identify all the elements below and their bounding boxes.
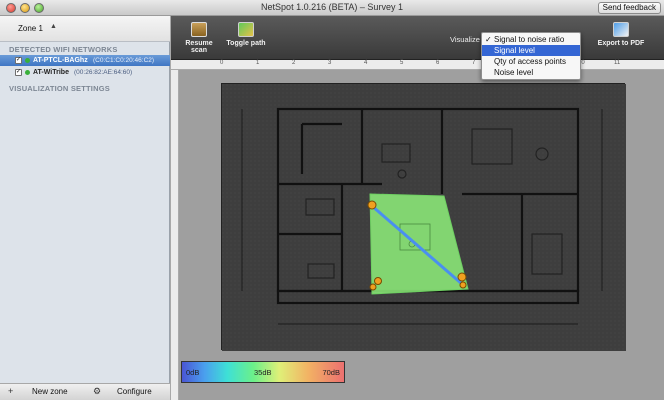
menu-item-label: Signal level: [494, 46, 535, 55]
checkmark-icon: ✓: [485, 35, 492, 44]
network-ssid: AT-WiTribe: [33, 69, 69, 76]
visualization-settings-heading: VISUALIZATION SETTINGS: [9, 84, 110, 93]
zone-selector-arrows-icon[interactable]: ▲: [50, 23, 57, 30]
toggle-path-icon: [238, 22, 254, 37]
send-feedback-button[interactable]: Send feedback: [597, 2, 661, 14]
menu-item-label: Qty of access points: [494, 57, 567, 66]
network-mac: (00:26:82:AE:64:60): [74, 69, 133, 76]
menu-item-label: Signal to noise ratio: [494, 35, 565, 44]
legend-mid-label: 35dB: [254, 368, 272, 377]
menu-item-noise-level[interactable]: Noise level: [482, 67, 580, 78]
export-pdf-icon: [613, 22, 629, 37]
ruler-tick: 2: [292, 60, 296, 66]
gear-icon[interactable]: ⚙: [93, 386, 101, 397]
toggle-path-label: Toggle path: [226, 40, 266, 47]
window-title: NetSpot 1.0.216 (BETA) – Survey 1: [261, 2, 403, 12]
toggle-path-button[interactable]: Toggle path: [225, 22, 267, 47]
ruler-tick: 5: [400, 60, 404, 66]
resume-scan-label: Resume scan: [185, 40, 213, 54]
signal-status-dot-icon: [25, 70, 30, 75]
ruler-tick: 4: [364, 60, 368, 66]
sidebar: Zone 1 ▲ DETECTED WIFI NETWORKS ✓ AT-PTC…: [0, 16, 170, 400]
legend-min-label: 0dB: [186, 368, 200, 377]
ruler-tick: 11: [614, 60, 621, 66]
zone-header: Zone 1 ▲: [0, 16, 170, 42]
horizontal-ruler: 0 1 2 3 4 5 6 7 8 9 10 11: [171, 60, 664, 70]
ruler-tick: 1: [256, 60, 260, 66]
visualize-dropdown[interactable]: ✓ Signal to noise ratio Signal level Qty …: [481, 32, 581, 80]
survey-point-marker-icon[interactable]: [367, 200, 377, 210]
signal-status-dot-icon: [25, 58, 30, 63]
menu-item-signal-to-noise[interactable]: ✓ Signal to noise ratio: [482, 34, 580, 45]
ruler-tick: 0: [220, 60, 224, 66]
toolbar: Resume scan Toggle path Visualize Export…: [171, 16, 664, 60]
menu-item-signal-level[interactable]: Signal level: [482, 45, 580, 56]
network-ssid: AT-PTCL-BAGhz: [33, 57, 88, 64]
network-checkbox[interactable]: ✓: [15, 57, 22, 64]
app-window: NetSpot 1.0.216 (BETA) – Survey 1 Send f…: [0, 0, 664, 400]
floor-plan: [221, 83, 626, 351]
resume-scan-icon: [191, 22, 207, 37]
export-pdf-button[interactable]: Export to PDF: [594, 22, 648, 47]
legend-max-label: 70dB: [322, 368, 340, 377]
network-row[interactable]: ✓ AT-PTCL-BAGhz (C0:C1:C0:20:46:C2): [0, 55, 170, 66]
detected-networks-heading: DETECTED WIFI NETWORKS: [9, 45, 118, 54]
export-pdf-label: Export to PDF: [597, 40, 645, 47]
title-bar: NetSpot 1.0.216 (BETA) – Survey 1 Send f…: [0, 0, 664, 16]
map-canvas[interactable]: [179, 70, 664, 400]
menu-item-qty-access-points[interactable]: Qty of access points: [482, 56, 580, 67]
network-row[interactable]: ✓ AT-WiTribe (00:26:82:AE:64:60): [0, 67, 170, 78]
menu-item-label: Noise level: [494, 68, 534, 77]
signal-legend: 0dB 35dB 70dB: [181, 361, 345, 383]
vertical-ruler: [171, 70, 179, 400]
resume-scan-button[interactable]: Resume scan: [178, 22, 220, 54]
visualize-label: Visualize: [450, 35, 480, 44]
configure-button[interactable]: Configure: [117, 387, 152, 396]
sidebar-footer: + New zone ⚙ Configure: [0, 383, 170, 400]
new-zone-button[interactable]: New zone: [32, 387, 68, 396]
ruler-tick: 3: [328, 60, 332, 66]
floor-plan-drawing: [222, 84, 626, 351]
network-checkbox[interactable]: ✓: [15, 69, 22, 76]
plus-icon[interactable]: +: [8, 386, 13, 396]
ruler-tick: 6: [436, 60, 440, 66]
network-mac: (C0:C1:C0:20:46:C2): [93, 57, 155, 64]
zone-selector[interactable]: Zone 1: [18, 24, 43, 33]
ruler-tick: 7: [472, 60, 476, 66]
